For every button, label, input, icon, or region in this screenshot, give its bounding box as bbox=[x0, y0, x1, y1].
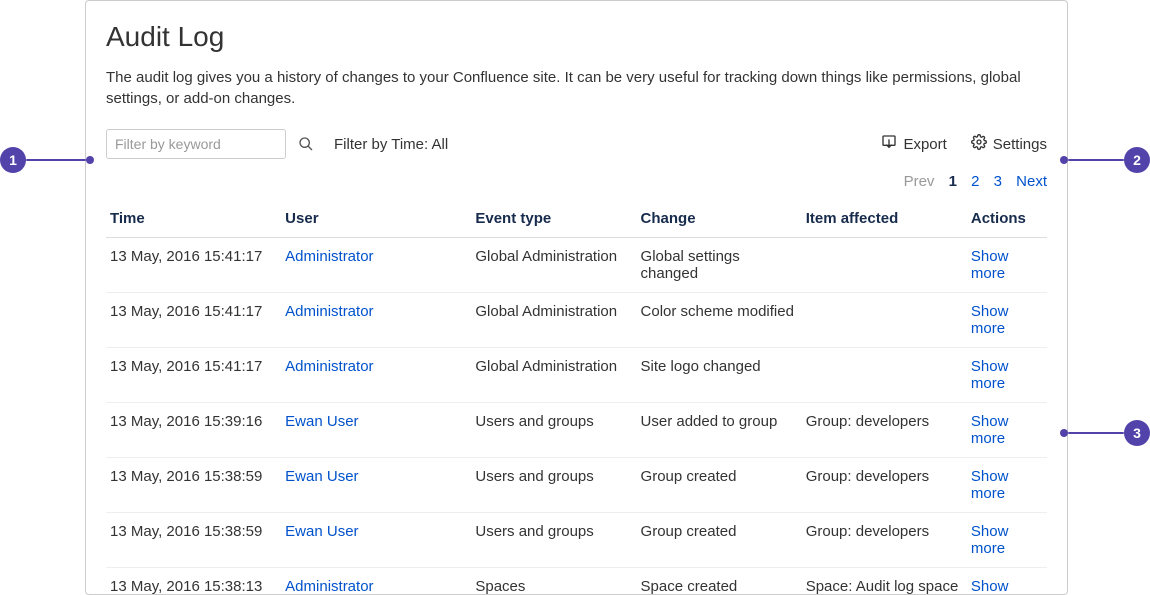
header-user: User bbox=[281, 200, 471, 238]
cell-event-type: Global Administration bbox=[471, 293, 636, 348]
cell-item-affected: Group: developers bbox=[802, 513, 967, 568]
callout-1: 1 bbox=[0, 147, 94, 173]
user-link[interactable]: Administrator bbox=[285, 358, 373, 375]
settings-label: Settings bbox=[993, 136, 1047, 153]
table-row: 13 May, 2016 15:38:13Administrator Spaces… bbox=[106, 568, 1047, 595]
cell-change: Site logo changed bbox=[637, 348, 802, 403]
show-more-link[interactable]: Show more bbox=[971, 248, 1009, 282]
cell-item-affected: Group: developers bbox=[802, 458, 967, 513]
user-link[interactable]: Ewan User bbox=[285, 468, 358, 485]
cell-time: 13 May, 2016 15:41:17 bbox=[106, 348, 281, 403]
show-more-link[interactable]: Show more bbox=[971, 523, 1009, 557]
show-more-link[interactable]: Show more bbox=[971, 303, 1009, 337]
show-more-link[interactable]: Show more bbox=[971, 358, 1009, 392]
pagination-page-3[interactable]: 3 bbox=[994, 173, 1002, 190]
cell-time: 13 May, 2016 15:41:17 bbox=[106, 238, 281, 293]
filter-keyword-input[interactable] bbox=[106, 129, 286, 159]
callout-2: 2 bbox=[1060, 147, 1150, 173]
cell-item-affected: Group: developers bbox=[802, 403, 967, 458]
table-row: 13 May, 2016 15:39:16Ewan User Users and … bbox=[106, 403, 1047, 458]
cell-time: 13 May, 2016 15:38:13 bbox=[106, 568, 281, 595]
pagination: Prev 1 2 3 Next bbox=[106, 173, 1047, 190]
header-event-type: Event type bbox=[471, 200, 636, 238]
table-row: 13 May, 2016 15:41:17Administrator Global… bbox=[106, 348, 1047, 403]
user-link[interactable]: Ewan User bbox=[285, 413, 358, 430]
show-more-link[interactable]: Show more bbox=[971, 578, 1009, 595]
cell-change: Global settings changed bbox=[637, 238, 802, 293]
cell-item-affected bbox=[802, 238, 967, 293]
cell-change: Color scheme modified bbox=[637, 293, 802, 348]
export-button[interactable]: Export bbox=[881, 134, 946, 154]
user-link[interactable]: Ewan User bbox=[285, 523, 358, 540]
cell-event-type: Users and groups bbox=[471, 513, 636, 568]
cell-time: 13 May, 2016 15:38:59 bbox=[106, 513, 281, 568]
user-link[interactable]: Administrator bbox=[285, 303, 373, 320]
callout-3: 3 bbox=[1060, 420, 1150, 446]
show-more-link[interactable]: Show more bbox=[971, 468, 1009, 502]
pagination-next[interactable]: Next bbox=[1016, 173, 1047, 190]
cell-change: User added to group bbox=[637, 403, 802, 458]
callout-bubble-3: 3 bbox=[1124, 420, 1150, 446]
pagination-prev: Prev bbox=[904, 173, 935, 190]
cell-event-type: Users and groups bbox=[471, 403, 636, 458]
show-more-link[interactable]: Show more bbox=[971, 413, 1009, 447]
cell-time: 13 May, 2016 15:39:16 bbox=[106, 403, 281, 458]
toolbar: Filter by Time: All Export Settings bbox=[106, 129, 1047, 159]
filter-time-label[interactable]: Filter by Time: All bbox=[334, 136, 448, 153]
callout-bubble-1: 1 bbox=[0, 147, 26, 173]
cell-item-affected: Space: Audit log space bbox=[802, 568, 967, 595]
page-description: The audit log gives you a history of cha… bbox=[106, 67, 1047, 109]
header-item-affected: Item affected bbox=[802, 200, 967, 238]
export-label: Export bbox=[903, 136, 946, 153]
table-row: 13 May, 2016 15:41:17Administrator Global… bbox=[106, 238, 1047, 293]
header-time: Time bbox=[106, 200, 281, 238]
audit-log-table: Time User Event type Change Item affecte… bbox=[106, 200, 1047, 595]
pagination-page-1[interactable]: 1 bbox=[949, 173, 957, 190]
header-actions: Actions bbox=[967, 200, 1047, 238]
gear-icon bbox=[971, 134, 987, 154]
cell-event-type: Global Administration bbox=[471, 238, 636, 293]
user-link[interactable]: Administrator bbox=[285, 578, 373, 595]
cell-item-affected bbox=[802, 348, 967, 403]
table-row: 13 May, 2016 15:38:59Ewan User Users and … bbox=[106, 513, 1047, 568]
callout-bubble-2: 2 bbox=[1124, 147, 1150, 173]
cell-item-affected bbox=[802, 293, 967, 348]
export-icon bbox=[881, 134, 897, 154]
cell-change: Space created bbox=[637, 568, 802, 595]
table-row: 13 May, 2016 15:38:59Ewan User Users and … bbox=[106, 458, 1047, 513]
audit-log-panel: Audit Log The audit log gives you a hist… bbox=[85, 0, 1068, 595]
cell-time: 13 May, 2016 15:38:59 bbox=[106, 458, 281, 513]
cell-change: Group created bbox=[637, 458, 802, 513]
page-title: Audit Log bbox=[106, 21, 1047, 53]
header-change: Change bbox=[637, 200, 802, 238]
cell-time: 13 May, 2016 15:41:17 bbox=[106, 293, 281, 348]
settings-button[interactable]: Settings bbox=[971, 134, 1047, 154]
table-row: 13 May, 2016 15:41:17Administrator Global… bbox=[106, 293, 1047, 348]
cell-event-type: Users and groups bbox=[471, 458, 636, 513]
cell-change: Group created bbox=[637, 513, 802, 568]
cell-event-type: Spaces bbox=[471, 568, 636, 595]
user-link[interactable]: Administrator bbox=[285, 248, 373, 265]
cell-event-type: Global Administration bbox=[471, 348, 636, 403]
pagination-page-2[interactable]: 2 bbox=[971, 173, 979, 190]
search-icon[interactable] bbox=[296, 134, 316, 154]
